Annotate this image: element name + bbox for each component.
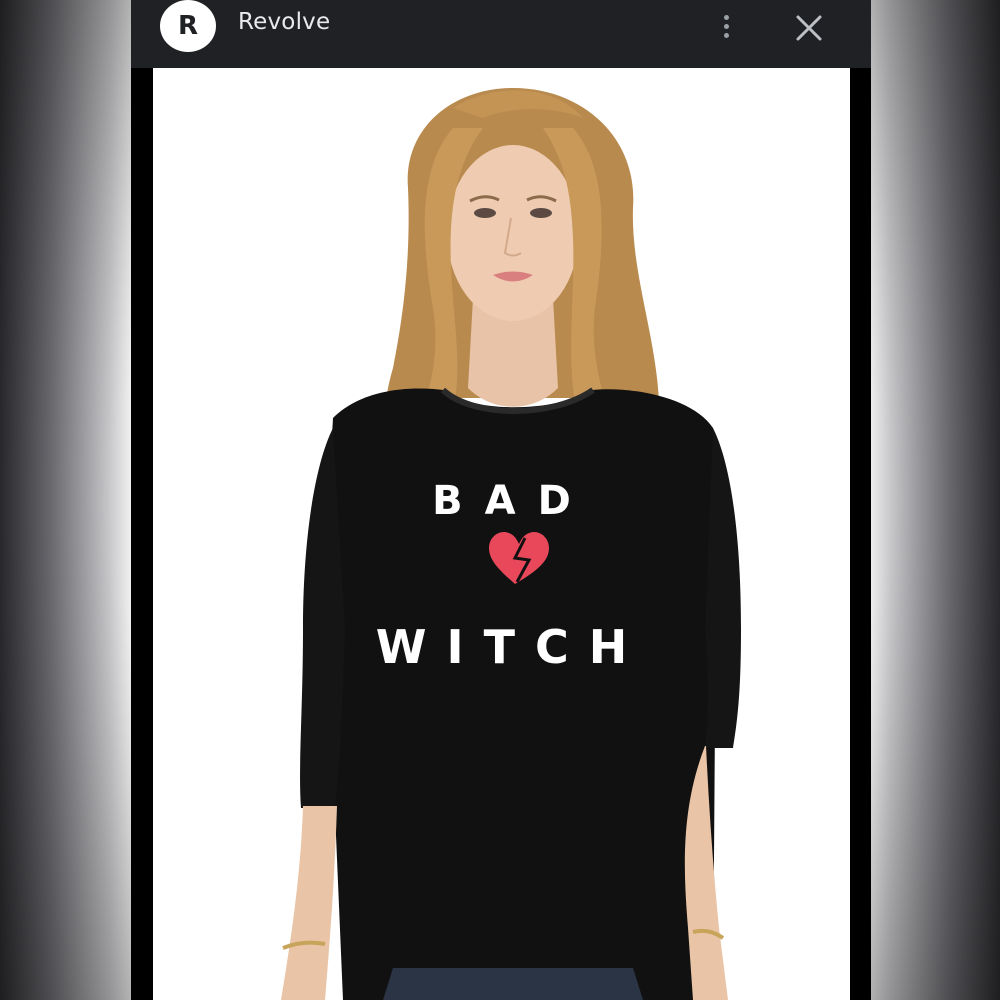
source-app-badge[interactable]: R: [160, 0, 216, 52]
image-viewer: R Revolve BAD WITCH: [131, 0, 871, 1000]
product-photo: BAD WITCH: [153, 68, 850, 1000]
badge-letter: R: [177, 11, 199, 41]
jeans: [383, 968, 643, 1000]
face: [447, 145, 579, 321]
more-vert-icon[interactable]: [711, 6, 741, 46]
viewer-top-bar: R Revolve: [131, 0, 871, 68]
arm-left: [281, 806, 337, 1000]
close-icon[interactable]: [789, 8, 829, 48]
shirt-print-line-2: WITCH: [375, 620, 648, 674]
model-illustration: [281, 88, 741, 1000]
source-title[interactable]: Revolve: [238, 9, 330, 35]
shirt-print-line-1: BAD: [432, 478, 593, 524]
